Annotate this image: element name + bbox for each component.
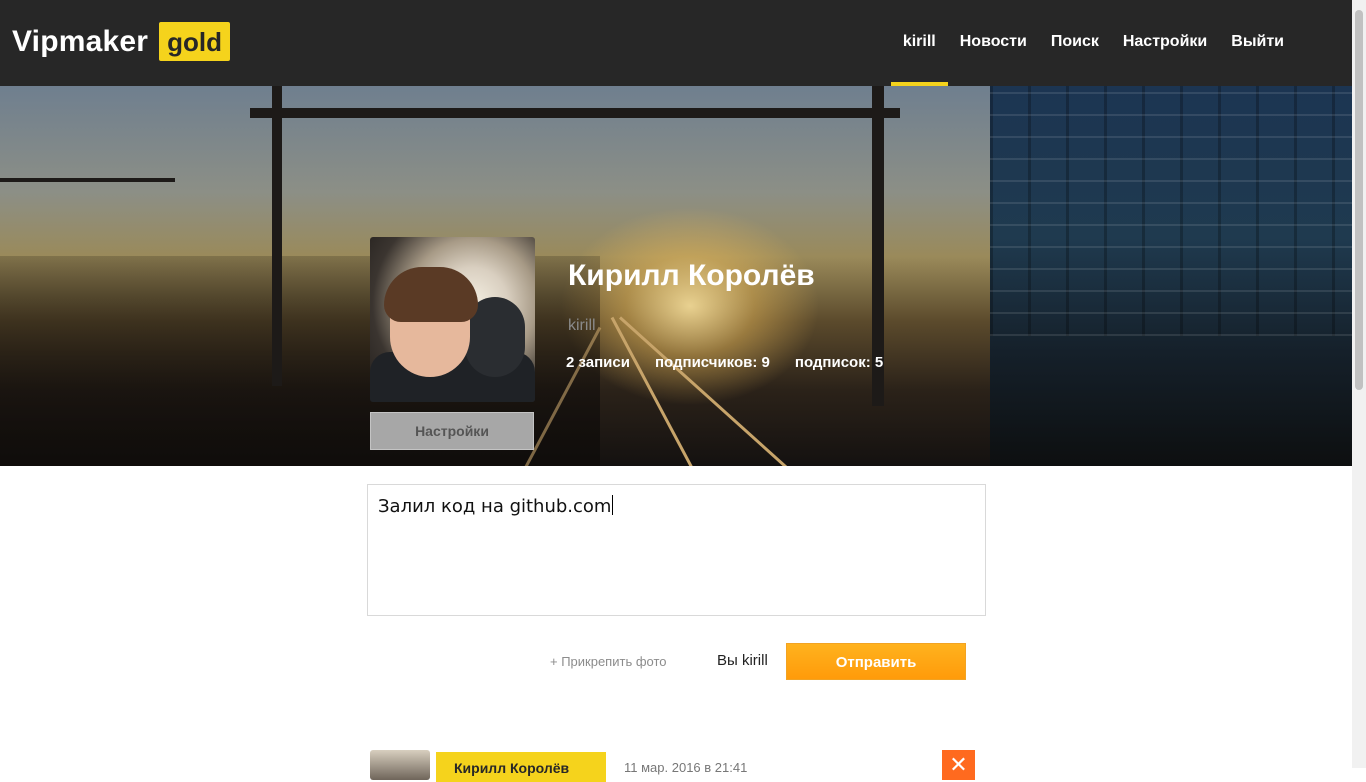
site-logo[interactable]: Vipmaker gold — [12, 22, 231, 61]
nav-item-settings[interactable]: Настройки — [1111, 0, 1219, 86]
cover-building-windows — [990, 86, 1352, 336]
post-author-name[interactable]: Кирилл Королёв — [436, 752, 606, 782]
profile-stats: 2 записи подписчиков: 9 подписок: 5 — [566, 354, 908, 371]
stat-followers[interactable]: подписчиков: 9 — [655, 354, 770, 371]
send-button[interactable]: Отправить — [786, 643, 966, 680]
close-icon: ✕ — [949, 752, 968, 777]
stat-posts[interactable]: 2 записи — [566, 354, 630, 371]
main-nav: kirill Новости Поиск Настройки Выйти — [890, 0, 1296, 86]
cover-crane — [0, 178, 175, 182]
current-user-label: Вы kirill — [717, 652, 768, 669]
nav-item-logout[interactable]: Выйти — [1219, 0, 1296, 86]
logo-text: Vipmaker — [12, 24, 149, 58]
post-author-avatar[interactable] — [370, 750, 430, 780]
cover-gantry — [250, 108, 900, 118]
post-textarea[interactable]: Залил код на github.com — [367, 484, 986, 616]
stat-following[interactable]: подписок: 5 — [795, 354, 883, 371]
cover-pole — [272, 86, 282, 386]
attach-photo-link[interactable]: + Прикрепить фото — [550, 654, 667, 669]
nav-item-search[interactable]: Поиск — [1039, 0, 1111, 86]
profile-name: Кирилл Королёв — [568, 259, 815, 292]
page-scrollbar[interactable] — [1352, 0, 1366, 768]
post-textarea-value: Залил код на github.com — [378, 496, 612, 517]
delete-post-button[interactable]: ✕ — [942, 750, 975, 780]
profile-login: kirill — [568, 317, 596, 334]
top-navbar: Vipmaker gold kirill Новости Поиск Настр… — [0, 0, 1366, 86]
text-caret — [612, 495, 614, 515]
scrollbar-thumb[interactable] — [1355, 10, 1363, 390]
profile-avatar[interactable] — [370, 237, 535, 402]
avatar-hair — [384, 267, 478, 322]
logo-badge: gold — [159, 22, 231, 61]
profile-settings-button[interactable]: Настройки — [370, 412, 534, 450]
nav-item-news[interactable]: Новости — [948, 0, 1039, 86]
nav-item-profile[interactable]: kirill — [890, 0, 948, 86]
